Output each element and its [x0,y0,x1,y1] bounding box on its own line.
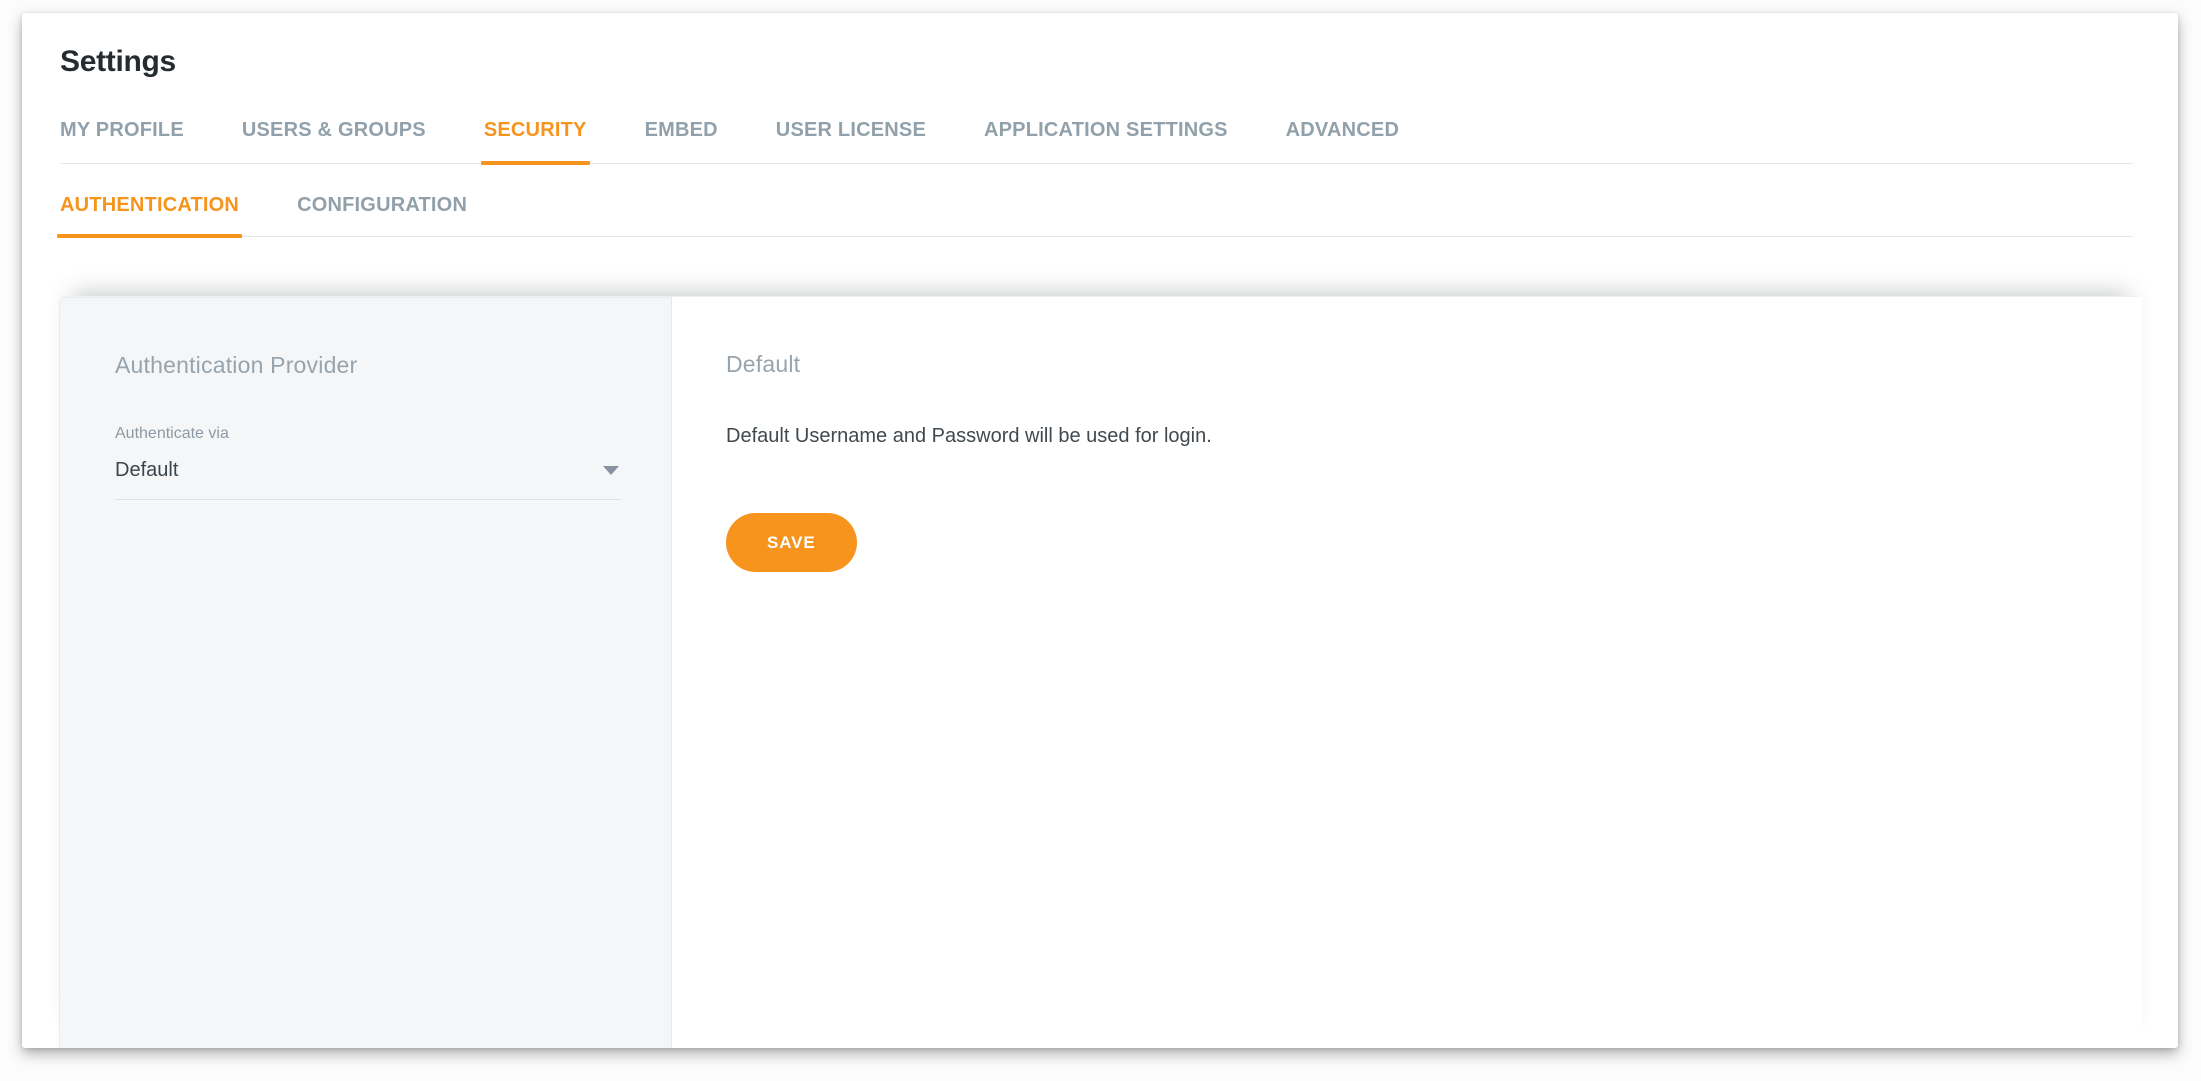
settings-window: Settings MY PROFILE USERS & GROUPS SECUR… [22,13,2178,1048]
secondary-tabbar: AUTHENTICATION CONFIGURATION [60,164,2133,237]
content-area: Authentication Provider Authenticate via… [59,296,2142,1048]
primary-tabbar: MY PROFILE USERS & GROUPS SECURITY EMBED… [60,118,2133,164]
tab-users-groups[interactable]: USERS & GROUPS [242,118,426,163]
authenticate-via-select[interactable]: Default [115,457,621,500]
provider-detail-panel: Default Default Username and Password wi… [672,297,2142,1048]
authenticate-via-label: Authenticate via [115,424,621,444]
authenticate-via-selected-value: Default [115,457,178,483]
chevron-down-icon [603,466,619,475]
tab-embed[interactable]: EMBED [645,118,718,163]
tab-my-profile[interactable]: MY PROFILE [60,118,184,163]
provider-detail-heading: Default [726,349,2082,379]
tab-configuration[interactable]: CONFIGURATION [297,193,467,236]
page-title: Settings [60,44,2133,80]
tab-security[interactable]: SECURITY [484,118,587,163]
tab-user-license[interactable]: USER LICENSE [776,118,926,163]
tab-application-settings[interactable]: APPLICATION SETTINGS [984,118,1228,163]
tab-authentication[interactable]: AUTHENTICATION [60,193,239,236]
save-button[interactable]: SAVE [726,513,857,572]
authentication-provider-heading: Authentication Provider [115,350,621,380]
provider-description: Default Username and Password will be us… [726,423,2082,449]
authentication-provider-panel: Authentication Provider Authenticate via… [59,297,672,1048]
tab-advanced[interactable]: ADVANCED [1286,118,1399,163]
